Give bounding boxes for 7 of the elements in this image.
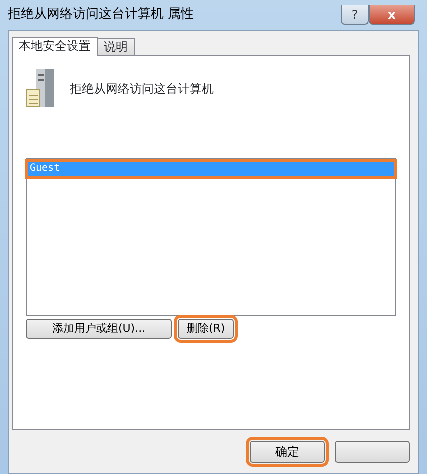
help-button[interactable]: ? <box>341 5 369 25</box>
window-title: 拒绝从网络访问这台计算机 属性 <box>8 6 196 24</box>
tab[interactable]: 本地安全设置 <box>12 37 98 56</box>
add-user-button[interactable]: 添加用户或组(U)... <box>26 319 172 339</box>
dialog-button[interactable] <box>335 441 410 463</box>
tab[interactable]: 说明 <box>97 38 135 55</box>
policy-name: 拒绝从网络访问这台计算机 <box>70 81 214 98</box>
